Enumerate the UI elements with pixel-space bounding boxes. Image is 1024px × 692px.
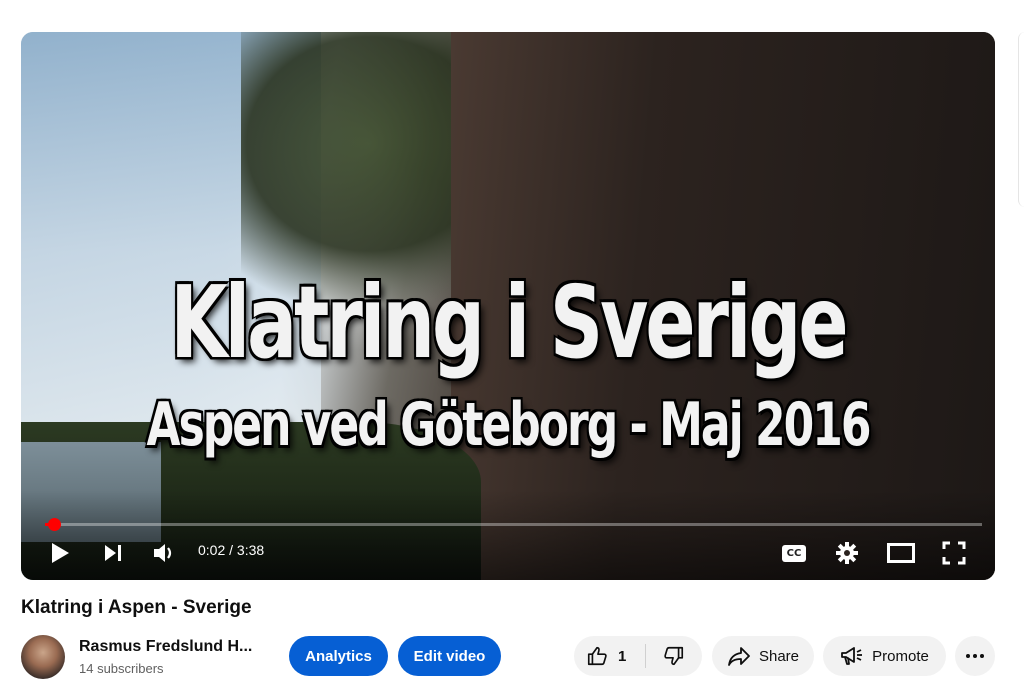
dislike-button[interactable] [646,636,702,676]
theater-mode-button[interactable] [886,540,916,566]
thumbs-down-icon [664,646,684,666]
next-button[interactable] [100,540,126,566]
play-icon [52,543,69,563]
like-button[interactable]: 1 [574,636,645,676]
closed-captions-icon: CC [782,544,806,562]
gear-icon [836,542,858,564]
cc-label: CC [786,547,802,559]
promote-button[interactable]: Promote [823,636,946,676]
volume-icon [154,544,172,562]
share-button[interactable]: Share [712,636,814,676]
theater-mode-icon [887,543,915,563]
edit-video-button[interactable]: Edit video [398,636,501,676]
time-display: 0:02 / 3:38 [198,542,265,558]
analytics-button[interactable]: Analytics [289,636,388,676]
video-player[interactable]: Klatring i Sverige Aspen ved Göteborg - … [21,32,995,580]
play-button[interactable] [47,540,73,566]
settings-button[interactable] [834,540,860,566]
channel-name[interactable]: Rasmus Fredslund H... [79,638,252,656]
promote-label: Promote [872,647,929,665]
video-overlay-subtitle: Aspen ved Göteborg - Maj 2016 [146,391,872,460]
video-title: Klatring i Aspen - Sverige [21,597,252,618]
subscriber-count: 14 subscribers [79,661,164,676]
volume-button[interactable] [152,540,178,566]
thumbs-up-icon [587,646,607,666]
megaphone-icon [841,647,863,665]
next-icon [105,545,121,561]
avatar[interactable] [21,635,65,679]
right-edge-panel [1018,32,1024,207]
closed-captions-button[interactable]: CC [781,541,807,565]
share-icon [728,647,750,666]
more-horizontal-icon [966,654,984,658]
more-actions-button[interactable] [955,636,995,676]
controls-gradient [21,490,995,580]
video-overlay-title: Klatring i Sverige [170,264,848,382]
fullscreen-icon [942,541,966,565]
progress-bar[interactable] [45,518,982,531]
fullscreen-button[interactable] [941,540,967,566]
like-count: 1 [618,647,627,665]
scrubber-handle[interactable] [47,518,61,531]
share-label: Share [758,647,800,665]
like-dislike-group: 1 [574,636,702,676]
